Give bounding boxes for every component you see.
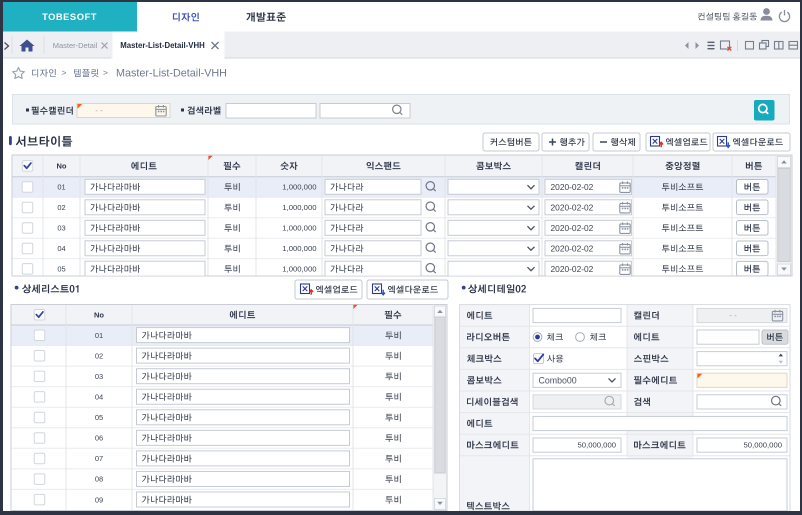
svg-text:Master-List-Detail-VHH: Master-List-Detail-VHH [116, 68, 227, 80]
svg-text:02: 02 [57, 203, 65, 212]
svg-text:Master-Detail: Master-Detail [53, 41, 98, 50]
svg-text:2020-02-02: 2020-02-02 [551, 264, 594, 274]
svg-text:50,000,000: 50,000,000 [744, 441, 782, 450]
svg-text:>: > [103, 68, 108, 78]
svg-text:TOBESOFT: TOBESOFT [42, 11, 97, 22]
svg-text:No: No [94, 310, 104, 319]
svg-text:2020-02-02: 2020-02-02 [551, 243, 594, 253]
svg-text:07: 07 [95, 454, 103, 463]
svg-text:06: 06 [95, 434, 103, 443]
svg-text:>: > [62, 68, 67, 78]
svg-text:04: 04 [57, 244, 65, 253]
svg-text:Master-List-Detail-VHH: Master-List-Detail-VHH [120, 41, 205, 50]
svg-text:- -: - - [729, 311, 737, 320]
svg-text:01: 01 [95, 331, 103, 340]
svg-text:No: No [57, 162, 67, 171]
svg-text:05: 05 [95, 413, 103, 422]
svg-text:01: 01 [57, 183, 65, 192]
svg-text:2020-02-02: 2020-02-02 [551, 223, 594, 233]
svg-text:05: 05 [57, 265, 65, 274]
svg-text:Combo00: Combo00 [539, 375, 577, 385]
svg-text:50,000,000: 50,000,000 [578, 441, 616, 450]
svg-text:1,000,000: 1,000,000 [282, 203, 316, 212]
svg-text:09: 09 [95, 495, 103, 504]
svg-text:04: 04 [95, 393, 103, 402]
svg-text:1,000,000: 1,000,000 [282, 265, 316, 274]
svg-text:08: 08 [95, 475, 103, 484]
svg-text:1,000,000: 1,000,000 [282, 224, 316, 233]
svg-text:- -: - - [95, 106, 103, 115]
svg-text:2020-02-02: 2020-02-02 [551, 202, 594, 212]
svg-text:1,000,000: 1,000,000 [282, 244, 316, 253]
svg-text:03: 03 [95, 372, 103, 381]
svg-text:1,000,000: 1,000,000 [282, 183, 316, 192]
svg-text:2020-02-02: 2020-02-02 [551, 182, 594, 192]
svg-text:03: 03 [57, 224, 65, 233]
svg-text:02: 02 [95, 351, 103, 360]
